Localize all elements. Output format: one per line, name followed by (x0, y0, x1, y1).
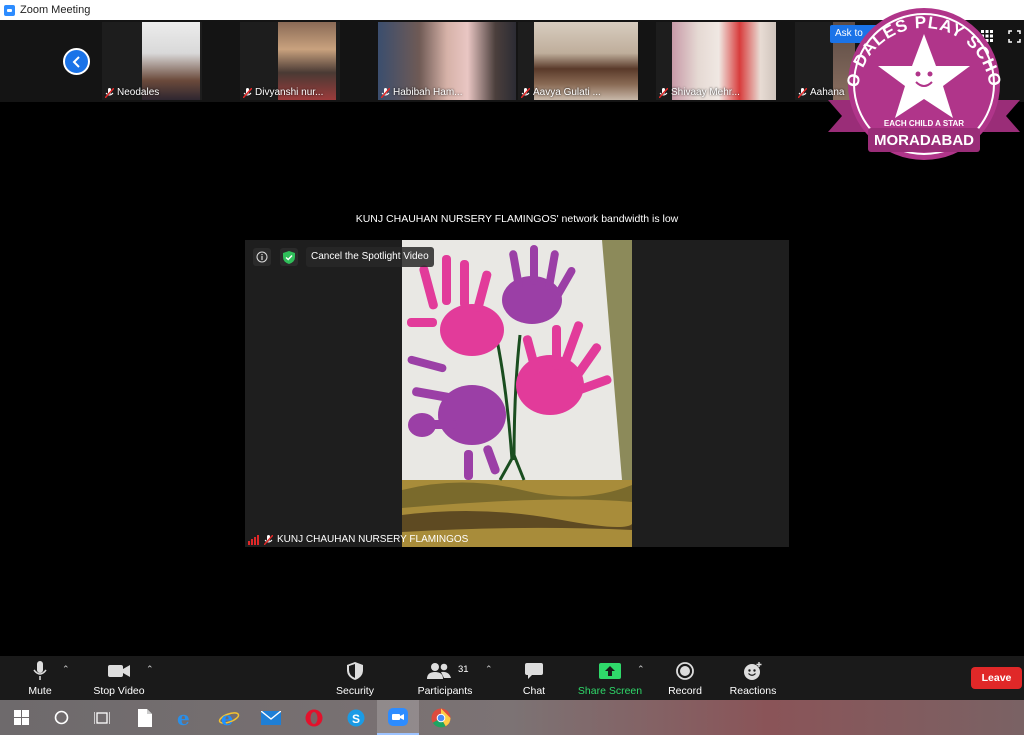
participant-name: Habibah Ham... (393, 87, 463, 98)
mic-muted-icon (521, 87, 530, 98)
share-options-caret-icon[interactable]: ⌃ (637, 664, 645, 675)
previous-page-button[interactable] (63, 48, 90, 75)
chrome-icon[interactable] (420, 700, 462, 735)
mic-muted-icon (264, 534, 273, 545)
edge-icon[interactable]: e (166, 700, 208, 735)
mic-muted-icon (105, 87, 114, 98)
zoom-app-icon (4, 4, 15, 16)
participants-button[interactable]: Participants (412, 656, 478, 700)
bandwidth-warning: KUNJ CHAUHAN NURSERY FLAMINGOS' network … (355, 213, 679, 225)
svg-text:e: e (177, 709, 190, 727)
participant-name: Shivaay Mehr... (671, 87, 740, 98)
mail-icon[interactable] (250, 700, 292, 735)
chat-button[interactable]: Chat (510, 656, 558, 700)
reactions-emoji-icon (743, 661, 763, 681)
chevron-left-icon (72, 55, 80, 68)
encryption-shield-icon[interactable] (280, 248, 298, 266)
record-button[interactable]: Record (662, 656, 708, 700)
logo-city: MORADABAD (874, 132, 974, 149)
opera-icon[interactable] (293, 700, 335, 735)
mic-muted-icon (243, 87, 252, 98)
reactions-button[interactable]: Reactions (724, 656, 782, 700)
internet-explorer-icon[interactable]: e (208, 700, 250, 735)
mute-button[interactable]: Mute (18, 656, 62, 700)
stop-video-button[interactable]: Stop Video (88, 656, 150, 700)
participant-name: Aavya Gulati ... (533, 87, 601, 98)
zoom-icon[interactable] (377, 700, 419, 735)
file-icon[interactable] (124, 700, 166, 735)
mic-muted-icon (381, 87, 390, 98)
window-title: Zoom Meeting (20, 4, 91, 16)
mute-options-caret-icon[interactable]: ⌃ (62, 664, 70, 675)
microphone-icon (33, 661, 47, 681)
record-icon (676, 661, 694, 681)
windows-taskbar: e e S (0, 700, 1024, 735)
task-view-icon[interactable] (81, 700, 123, 735)
signal-strength-icon (248, 534, 259, 545)
participant-tile-habibah[interactable]: Habibah Ham... (378, 22, 516, 100)
spotlight-participant-name: KUNJ CHAUHAN NURSERY FLAMINGOS (277, 534, 469, 545)
participant-tile-divyanshi[interactable]: Divyanshi nur... (240, 22, 340, 100)
svg-text:S: S (352, 712, 360, 726)
info-icon[interactable] (253, 248, 271, 266)
security-shield-icon (347, 661, 363, 681)
participant-tile-aavya[interactable]: Aavya Gulati ... (518, 22, 638, 100)
cancel-spotlight-button[interactable]: Cancel the Spotlight Video (306, 247, 434, 267)
share-screen-icon (599, 661, 621, 681)
meeting-toolbar: Mute ⌃ Stop Video ⌃ Security Participant… (0, 656, 1024, 700)
participant-tile-neodales[interactable]: Neodales (102, 22, 202, 100)
handprint-painting-image (402, 240, 632, 547)
search-circle-icon[interactable] (40, 700, 82, 735)
mic-muted-icon (798, 87, 807, 98)
windows-start-icon[interactable] (0, 700, 42, 735)
participant-name: Neodales (117, 87, 160, 98)
school-logo: NEO DALES PLAY SCHOOL EACH CHILD A STAR … (828, 4, 1020, 160)
skype-icon[interactable]: S (335, 700, 377, 735)
mic-muted-icon (659, 87, 668, 98)
spotlight-video: Cancel the Spotlight Video KUNJ CHAUHAN … (245, 240, 789, 547)
participant-tile-shivaay[interactable]: Shivaay Mehr... (656, 22, 776, 100)
participant-name: Divyanshi nur... (255, 87, 324, 98)
participant-count: 31 (458, 664, 469, 675)
participants-options-caret-icon[interactable]: ⌃ (485, 664, 493, 675)
leave-button[interactable]: Leave (971, 667, 1022, 689)
logo-tagline: EACH CHILD A STAR (884, 119, 964, 128)
chat-bubble-icon (525, 661, 543, 681)
security-button[interactable]: Security (330, 656, 380, 700)
share-screen-button[interactable]: Share Screen (574, 656, 646, 700)
video-camera-icon (108, 661, 130, 681)
participants-icon (427, 661, 451, 681)
svg-text:e: e (221, 709, 233, 727)
video-options-caret-icon[interactable]: ⌃ (146, 664, 154, 675)
